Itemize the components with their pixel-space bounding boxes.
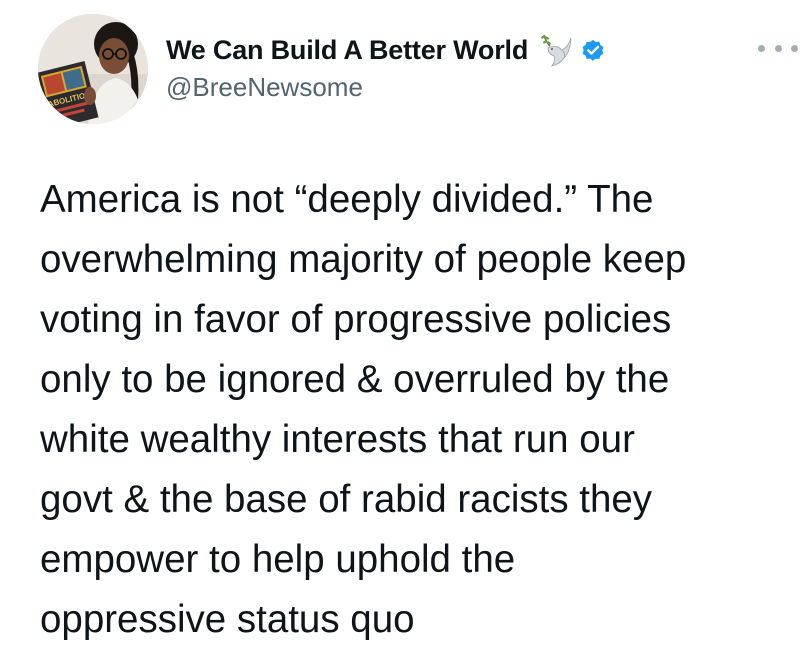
tweet-header: ABOLITION We Can Build A Better World @B… (38, 14, 798, 124)
display-name-row: We Can Build A Better World (166, 32, 606, 68)
verified-badge-icon[interactable] (580, 37, 606, 63)
tweet-text-line: empower to help uphold the (40, 538, 516, 581)
tweet-text-line: only to be ignored & overruled by the (40, 358, 670, 401)
more-options-button[interactable] (758, 36, 798, 60)
tweet: ABOLITION We Can Build A Better World @B… (0, 0, 811, 667)
more-options-icon (791, 44, 798, 52)
tweet-text-line: America is not “deeply divided.” The (40, 178, 654, 221)
display-name[interactable]: We Can Build A Better World (166, 35, 528, 66)
avatar[interactable]: ABOLITION (38, 14, 148, 124)
tweet-text-line: overwhelming majority of people keep (40, 238, 687, 281)
profile-photo-icon: ABOLITION (38, 14, 148, 124)
dove-icon (541, 34, 572, 67)
tweet-text-line: oppressive status quo (40, 598, 415, 641)
author-names: We Can Build A Better World @BreeNewsome (166, 32, 606, 103)
more-options-icon (774, 44, 782, 52)
tweet-text-line: white wealthy interests that run our (40, 418, 635, 461)
more-options-icon (758, 44, 765, 52)
tweet-text-line: govt & the base of rabid racists they (40, 478, 653, 521)
author-handle[interactable]: @BreeNewsome (166, 72, 606, 103)
tweet-text: America is not “deeply divided.” The ove… (40, 170, 800, 650)
tweet-text-line: voting in favor of progressive policies (40, 298, 672, 341)
